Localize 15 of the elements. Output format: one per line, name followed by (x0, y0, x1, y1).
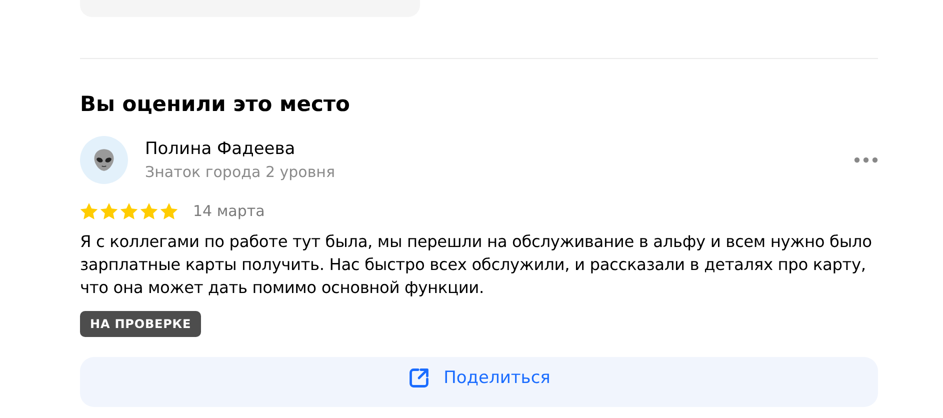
section-heading: Вы оценили это место (80, 91, 351, 118)
status-badge: НА ПРОВЕРКЕ (80, 311, 202, 337)
share-button[interactable]: Поделиться (80, 357, 878, 407)
author-name[interactable]: Полина Фадеева (145, 138, 854, 160)
more-icon (854, 157, 878, 163)
author-level: Знаток города 2 уровня (145, 162, 336, 182)
review-date: 14 марта (193, 202, 265, 220)
star-icon (160, 202, 178, 220)
star-icon (100, 202, 118, 220)
avatar[interactable] (80, 136, 128, 184)
star-icon (80, 202, 98, 220)
share-icon (408, 367, 430, 389)
star-icon (120, 202, 138, 220)
review-text: Я с коллегами по работе тут была, мы перешли на обслуживание в альфу и всем нужно было зарплатные карты получить. Нас быстро всех обслужили, и рассказали в деталях про карту, что она может дать помимо основной функции. (80, 231, 873, 299)
star-icon (140, 202, 158, 220)
